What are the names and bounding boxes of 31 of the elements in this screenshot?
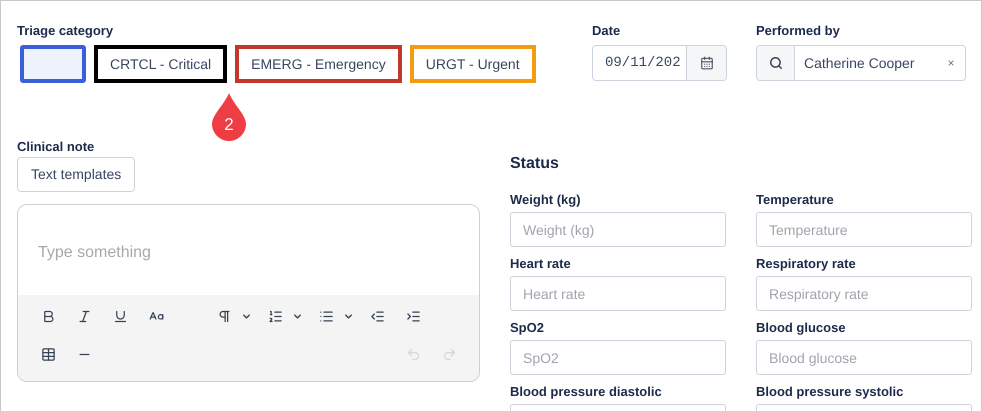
field-label: Heart rate bbox=[510, 256, 572, 272]
search-field[interactable]: Catherine Cooper × bbox=[756, 45, 966, 81]
input-field[interactable]: Weight (kg) bbox=[510, 212, 726, 247]
triage-option[interactable]: EMERG - Emergency bbox=[235, 45, 402, 83]
field-label: Blood pressure systolic bbox=[756, 384, 904, 400]
field-label: Weight (kg) bbox=[510, 192, 582, 208]
input-field[interactable]: Respiratory rate bbox=[756, 276, 972, 311]
field-label: SpO2 bbox=[510, 320, 545, 336]
input-field[interactable]: Temperature bbox=[756, 212, 972, 247]
calendar-icon[interactable] bbox=[700, 56, 714, 70]
field-label: Temperature bbox=[756, 192, 835, 208]
field-label: Blood glucose bbox=[756, 320, 847, 336]
section-title: Status bbox=[510, 154, 560, 174]
triage-option[interactable] bbox=[20, 45, 86, 83]
input-field[interactable]: SpO2 bbox=[510, 340, 726, 375]
triage-option[interactable]: CRTCL - Critical bbox=[94, 45, 228, 83]
field-label: Triage category bbox=[17, 23, 114, 39]
marker-pin: 2 bbox=[212, 93, 246, 141]
triage-option[interactable]: URGT - Urgent bbox=[410, 45, 536, 83]
clear-button[interactable]: × bbox=[937, 46, 965, 80]
field-label: Performed by bbox=[756, 23, 841, 39]
text-templates-button[interactable]: Text templates bbox=[17, 157, 136, 192]
field-label: Clinical note bbox=[17, 139, 96, 155]
editor-placeholder: Type something bbox=[38, 244, 151, 261]
date-field[interactable]: 09/11/202 bbox=[592, 45, 727, 81]
field-label: Date bbox=[592, 23, 622, 39]
search-icon bbox=[768, 56, 782, 70]
input-field[interactable]: Blood glucose bbox=[756, 340, 972, 375]
input-field[interactable]: Heart rate bbox=[510, 276, 726, 311]
field-label: Respiratory rate bbox=[756, 256, 857, 272]
field-label: Blood pressure diastolic bbox=[510, 384, 663, 400]
